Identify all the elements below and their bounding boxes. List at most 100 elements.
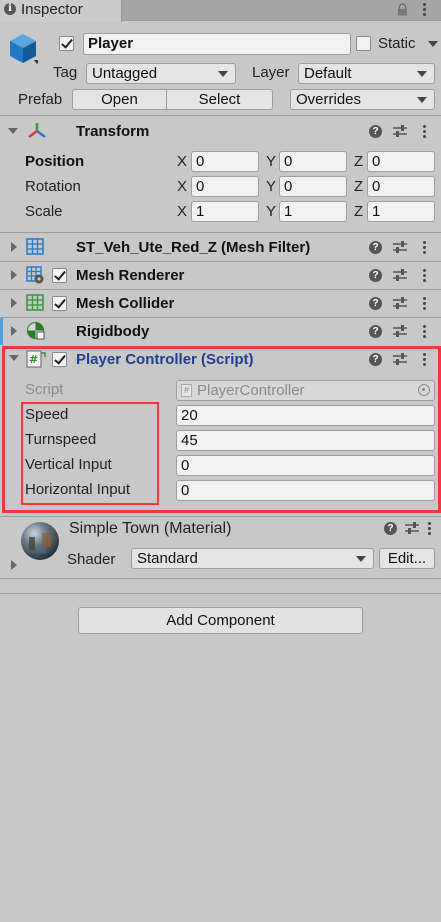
layer-dropdown[interactable]: Default bbox=[298, 63, 435, 84]
prefab-open-button[interactable]: Open bbox=[72, 89, 167, 110]
help-icon[interactable]: ? bbox=[369, 297, 382, 310]
axis-x-label: X bbox=[177, 203, 188, 220]
static-label: Static bbox=[378, 35, 416, 52]
foldout-collapsed-icon[interactable] bbox=[11, 560, 17, 570]
script-file-icon: # bbox=[181, 384, 192, 397]
foldout-expanded-icon[interactable] bbox=[9, 355, 19, 361]
transform-title[interactable]: Transform bbox=[76, 123, 149, 140]
axis-x-label: X bbox=[177, 178, 188, 195]
turnspeed-input[interactable]: 45 bbox=[176, 430, 435, 451]
transform-position-y-input[interactable]: 0 bbox=[279, 151, 347, 172]
tab-inspector[interactable]: i Inspector bbox=[0, 0, 122, 22]
component-menu-icon[interactable] bbox=[423, 353, 427, 366]
foldout-collapsed-icon[interactable] bbox=[11, 270, 17, 280]
component-menu-icon[interactable] bbox=[423, 269, 427, 282]
transform-position-z-input[interactable]: 0 bbox=[367, 151, 435, 172]
axis-z-label: Z bbox=[354, 153, 364, 170]
static-dropdown-caret-icon[interactable] bbox=[428, 41, 438, 47]
component-menu-icon[interactable] bbox=[423, 125, 427, 138]
axis-y-label: Y bbox=[266, 178, 277, 195]
horizontal-input-input[interactable]: 0 bbox=[176, 480, 435, 501]
presets-icon[interactable] bbox=[393, 297, 407, 309]
layer-value: Default bbox=[304, 65, 352, 82]
add-component-button[interactable]: Add Component bbox=[78, 607, 363, 634]
foldout-collapsed-icon[interactable] bbox=[11, 242, 17, 252]
foldout-expanded-icon[interactable] bbox=[8, 128, 18, 134]
transform-rotation-y-input[interactable]: 0 bbox=[279, 176, 347, 197]
turnspeed-label: Turnspeed bbox=[25, 431, 97, 448]
mesh-collider-icon bbox=[26, 294, 44, 311]
presets-icon[interactable] bbox=[393, 269, 407, 281]
help-icon[interactable]: ? bbox=[369, 353, 382, 366]
foldout-collapsed-icon[interactable] bbox=[11, 298, 17, 308]
component-menu-icon[interactable] bbox=[423, 241, 427, 254]
presets-icon[interactable] bbox=[405, 522, 419, 534]
prefab-overrides-dropdown[interactable]: Overrides bbox=[290, 89, 435, 110]
transform-icon bbox=[28, 123, 46, 138]
vertical-input-input[interactable]: 0 bbox=[176, 455, 435, 476]
prefab-select-button[interactable]: Select bbox=[166, 89, 273, 110]
mesh-collider-title[interactable]: Mesh Collider bbox=[76, 295, 174, 312]
active-checkbox[interactable] bbox=[59, 36, 74, 51]
axis-z-label: Z bbox=[354, 203, 364, 220]
presets-icon[interactable] bbox=[393, 353, 407, 365]
rigidbody-title[interactable]: Rigidbody bbox=[76, 323, 149, 340]
component-menu-icon[interactable] bbox=[428, 522, 432, 535]
shader-label: Shader bbox=[67, 551, 116, 568]
tab-menu-icon[interactable] bbox=[423, 3, 427, 16]
divider bbox=[0, 232, 441, 233]
shader-edit-button[interactable]: Edit... bbox=[379, 548, 435, 569]
mesh-renderer-title[interactable]: Mesh Renderer bbox=[76, 267, 184, 284]
vertical-input-label: Vertical Input bbox=[25, 456, 112, 473]
mesh-collider-enabled-checkbox[interactable] bbox=[52, 296, 67, 311]
tag-dropdown[interactable]: Untagged bbox=[86, 63, 236, 84]
divider bbox=[0, 516, 441, 517]
mesh-filter-title[interactable]: ST_Veh_Ute_Red_Z (Mesh Filter) bbox=[76, 239, 310, 256]
transform-scale-x-input[interactable]: 1 bbox=[191, 201, 259, 222]
horizontal-input-label: Horizontal Input bbox=[25, 481, 131, 498]
presets-icon[interactable] bbox=[393, 125, 407, 137]
script-component-title[interactable]: Player Controller (Script) bbox=[76, 351, 254, 368]
presets-icon[interactable] bbox=[393, 325, 407, 337]
tag-label: Tag bbox=[53, 64, 78, 81]
prefab-label: Prefab bbox=[18, 91, 63, 108]
transform-scale-y-input[interactable]: 1 bbox=[279, 201, 347, 222]
chevron-down-icon bbox=[417, 97, 427, 103]
speed-input[interactable]: 20 bbox=[176, 405, 435, 426]
material-title[interactable]: Simple Town (Material) bbox=[69, 520, 231, 538]
script-enabled-checkbox[interactable] bbox=[52, 352, 67, 367]
script-object-field[interactable]: PlayerController bbox=[176, 380, 435, 401]
overrides-value: Overrides bbox=[296, 91, 362, 108]
static-checkbox[interactable] bbox=[356, 36, 371, 51]
component-menu-icon[interactable] bbox=[423, 325, 427, 338]
speed-label: Speed bbox=[25, 406, 69, 423]
lock-icon[interactable] bbox=[397, 3, 408, 16]
shader-dropdown[interactable]: Standard bbox=[131, 548, 374, 569]
rigidbody-icon bbox=[26, 321, 45, 340]
mesh-renderer-icon bbox=[26, 266, 44, 284]
component-menu-icon[interactable] bbox=[423, 297, 427, 310]
help-icon[interactable]: ? bbox=[369, 269, 382, 282]
help-icon[interactable]: ? bbox=[369, 241, 382, 254]
transform-position-x-input[interactable]: 0 bbox=[191, 151, 259, 172]
help-icon[interactable]: ? bbox=[369, 125, 382, 138]
script-field-value: PlayerController bbox=[197, 382, 305, 399]
divider bbox=[0, 578, 441, 579]
axis-y-label: Y bbox=[266, 153, 277, 170]
transform-rotation-z-input[interactable]: 0 bbox=[367, 176, 435, 197]
foldout-collapsed-icon[interactable] bbox=[11, 326, 17, 336]
added-component-marker bbox=[0, 318, 3, 345]
axis-x-label: X bbox=[177, 153, 188, 170]
object-picker-icon[interactable] bbox=[418, 384, 430, 396]
transform-scale-z-input[interactable]: 1 bbox=[367, 201, 435, 222]
transform-rotation-x-input[interactable]: 0 bbox=[191, 176, 259, 197]
object-name-input[interactable]: Player bbox=[83, 33, 351, 55]
shader-value: Standard bbox=[137, 550, 198, 567]
presets-icon[interactable] bbox=[393, 241, 407, 253]
help-icon[interactable]: ? bbox=[384, 522, 397, 535]
mesh-renderer-enabled-checkbox[interactable] bbox=[52, 268, 67, 283]
divider bbox=[0, 593, 441, 594]
transform-scale-label: Scale bbox=[25, 203, 63, 220]
help-icon[interactable]: ? bbox=[369, 325, 382, 338]
tab-label: Inspector bbox=[21, 1, 83, 18]
